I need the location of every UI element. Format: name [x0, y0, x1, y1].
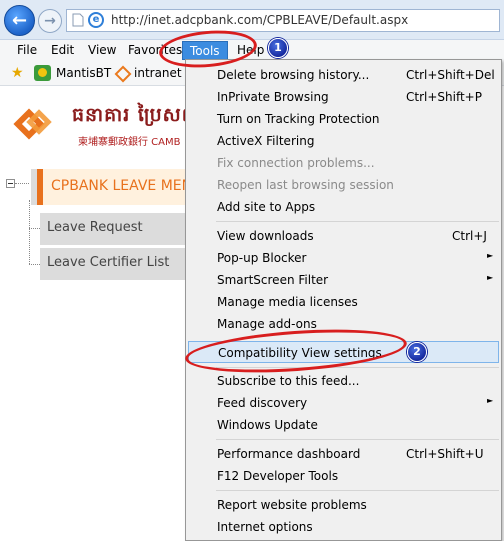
- menu-item-label: InPrivate Browsing: [217, 90, 329, 104]
- menu-item-label: Windows Update: [217, 418, 318, 432]
- url-field[interactable]: e http://inet.adcpbank.com/CPBLEAVE/Defa…: [66, 9, 500, 32]
- menu-item-subscribe-feed[interactable]: Subscribe to this feed...: [186, 370, 501, 392]
- menu-separator: [216, 221, 499, 222]
- menu-item-f12-tools[interactable]: F12 Developer Tools: [186, 465, 501, 487]
- menu-separator: [216, 490, 499, 491]
- menu-item-delete-history[interactable]: Delete browsing history... Ctrl+Shift+De…: [186, 64, 501, 86]
- menu-item-tracking-protection[interactable]: Turn on Tracking Protection: [186, 108, 501, 130]
- menu-item-shortcut: Ctrl+Shift+U: [406, 447, 484, 461]
- menu-item-internet-options[interactable]: Internet options: [186, 516, 501, 538]
- menu-item-shortcut: Ctrl+Shift+Del: [406, 68, 495, 82]
- menu-item-label: Feed discovery: [217, 396, 308, 410]
- menu-item-label: Subscribe to this feed...: [217, 374, 360, 388]
- step-2-badge: 2: [407, 342, 427, 362]
- menu-item-activex-filtering[interactable]: ActiveX Filtering: [186, 130, 501, 152]
- menu-item-label: Reopen last browsing session: [217, 178, 394, 192]
- menu-item-label: Delete browsing history...: [217, 68, 370, 82]
- side-menu-header: CPBANK LEAVE MENU: [31, 169, 202, 205]
- menu-item-windows-update[interactable]: Windows Update: [186, 414, 501, 436]
- menu-item-media-licenses[interactable]: Manage media licenses: [186, 291, 501, 313]
- menu-item-reopen-session: Reopen last browsing session: [186, 174, 501, 196]
- menu-item-label: Performance dashboard: [217, 447, 361, 461]
- menu-item-label: Pop-up Blocker: [217, 251, 307, 265]
- menu-item-label: Manage add-ons: [217, 317, 317, 331]
- step-1-badge: 1: [268, 38, 288, 58]
- ie-logo-icon: e: [88, 12, 104, 28]
- tree-line: [29, 228, 40, 229]
- favorites-star-icon[interactable]: ★: [11, 65, 24, 81]
- menu-item-add-site-to-apps[interactable]: Add site to Apps: [186, 196, 501, 218]
- side-menu-title[interactable]: CPBANK LEAVE MENU: [51, 178, 202, 194]
- tools-dropdown-menu: Delete browsing history... Ctrl+Shift+De…: [185, 59, 502, 541]
- intranet-icon: [114, 65, 132, 83]
- menu-item-label: SmartScreen Filter: [217, 273, 329, 287]
- menu-separator: [216, 439, 499, 440]
- menu-item-performance-dashboard[interactable]: Performance dashboard Ctrl+Shift+U: [186, 443, 501, 465]
- submenu-arrow-icon: ►: [487, 273, 494, 282]
- side-menu-header-box: CPBANK LEAVE MENU: [37, 169, 202, 205]
- page-icon: [72, 13, 84, 27]
- menu-item-shortcut: Ctrl+Shift+P: [406, 90, 482, 104]
- side-link-leave-certifier-list[interactable]: Leave Certifier List: [40, 248, 190, 280]
- menu-item-shortcut: Ctrl+J: [452, 229, 487, 243]
- menu-edit[interactable]: Edit: [51, 43, 74, 57]
- bank-logo: [13, 107, 52, 141]
- back-arrow-icon: ←: [11, 10, 28, 31]
- tree-collapse-toggle[interactable]: [6, 179, 15, 188]
- side-link-leave-request[interactable]: Leave Request: [40, 213, 190, 245]
- menu-file[interactable]: File: [17, 43, 37, 57]
- menu-item-label: F12 Developer Tools: [217, 469, 339, 483]
- menu-item-view-downloads[interactable]: View downloads Ctrl+J: [186, 225, 501, 247]
- menu-item-label: Add site to Apps: [217, 200, 316, 214]
- url-text[interactable]: http://inet.adcpbank.com/CPBLEAVE/Defaul…: [111, 13, 408, 27]
- menu-item-smartscreen[interactable]: SmartScreen Filter ►: [186, 269, 501, 291]
- menu-item-inprivate[interactable]: InPrivate Browsing Ctrl+Shift+P: [186, 86, 501, 108]
- mantis-icon: [34, 65, 51, 81]
- menu-item-label: Internet options: [217, 520, 313, 534]
- submenu-arrow-icon: ►: [487, 251, 494, 260]
- menu-item-popup-blocker[interactable]: Pop-up Blocker ►: [186, 247, 501, 269]
- menu-item-fix-connection: Fix connection problems...: [186, 152, 501, 174]
- menu-item-label: Manage media licenses: [217, 295, 358, 309]
- menu-item-label: Turn on Tracking Protection: [217, 112, 380, 126]
- address-bar: ← → e http://inet.adcpbank.com/CPBLEAVE/…: [0, 0, 504, 40]
- forward-button[interactable]: →: [38, 9, 62, 33]
- tree-line: [15, 183, 29, 184]
- menu-item-report-problems[interactable]: Report website problems: [186, 494, 501, 516]
- favorite-link-mantisbt[interactable]: MantisBT: [56, 66, 111, 80]
- menu-item-label: Report website problems: [217, 498, 367, 512]
- menu-item-label: View downloads: [217, 229, 314, 243]
- tree-line: [29, 200, 30, 264]
- menu-view[interactable]: View: [88, 43, 116, 57]
- menu-item-label: ActiveX Filtering: [217, 134, 315, 148]
- logo-chinese-text: 柬埔寨郵政銀行 CAMB: [78, 137, 181, 148]
- submenu-arrow-icon: ►: [487, 396, 494, 405]
- tree-line: [29, 264, 40, 265]
- menu-item-label: Fix connection problems...: [217, 156, 375, 170]
- forward-arrow-icon: →: [44, 13, 56, 29]
- back-button[interactable]: ←: [4, 5, 35, 36]
- menu-item-feed-discovery[interactable]: Feed discovery ►: [186, 392, 501, 414]
